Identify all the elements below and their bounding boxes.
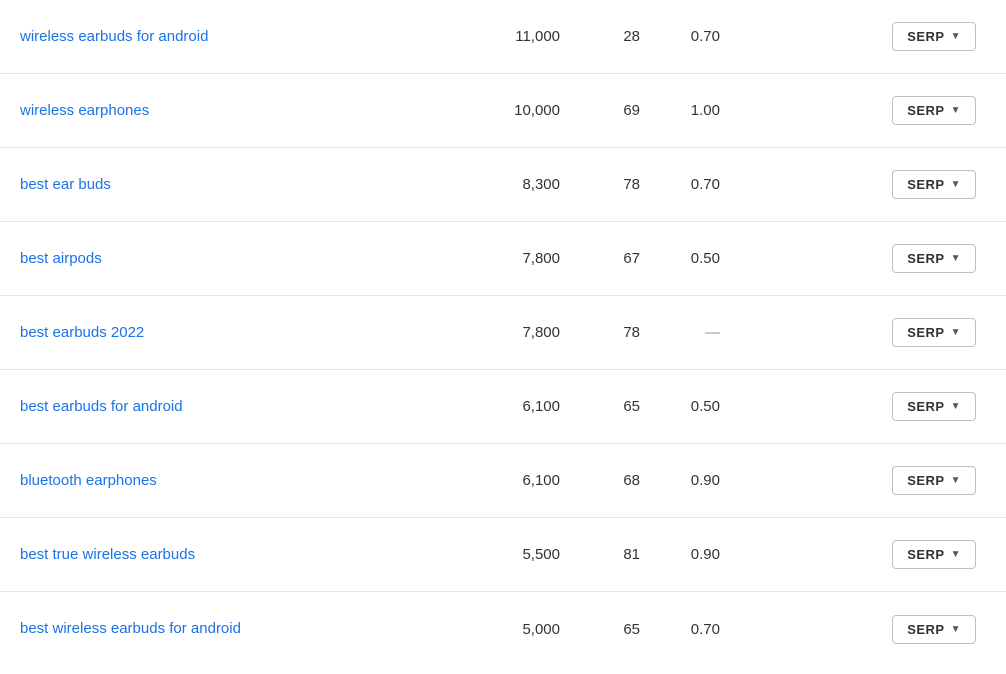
keyword-link[interactable]: best true wireless earbuds bbox=[20, 546, 195, 563]
keyword-link[interactable]: best airpods bbox=[20, 250, 102, 267]
keyword-cell: bluetooth earphones bbox=[20, 472, 480, 490]
serp-button[interactable]: SERP ▼ bbox=[892, 318, 976, 347]
serp-cell: SERP ▼ bbox=[760, 96, 986, 125]
chevron-down-icon: ▼ bbox=[951, 105, 961, 116]
chevron-down-icon: ▼ bbox=[951, 549, 961, 560]
keyword-link[interactable]: best earbuds 2022 bbox=[20, 324, 144, 341]
serp-cell: SERP ▼ bbox=[760, 392, 986, 421]
serp-cell: SERP ▼ bbox=[760, 466, 986, 495]
cpc-cell: 0.70 bbox=[680, 621, 760, 638]
difficulty-cell: 67 bbox=[600, 250, 680, 267]
keyword-cell: best airpods bbox=[20, 250, 480, 268]
keyword-cell: wireless earbuds for android bbox=[20, 28, 480, 46]
serp-button-label: SERP bbox=[907, 547, 944, 562]
difficulty-cell: 78 bbox=[600, 324, 680, 341]
table-row: best true wireless earbuds 5,500 81 0.90… bbox=[0, 518, 1006, 592]
keyword-cell: best ear buds bbox=[20, 176, 480, 194]
serp-cell: SERP ▼ bbox=[760, 22, 986, 51]
keyword-cell: best true wireless earbuds bbox=[20, 546, 480, 564]
chevron-down-icon: ▼ bbox=[951, 179, 961, 190]
volume-cell: 5,000 bbox=[480, 621, 600, 638]
difficulty-cell: 65 bbox=[600, 621, 680, 638]
cpc-cell: 0.70 bbox=[680, 28, 760, 45]
serp-button[interactable]: SERP ▼ bbox=[892, 466, 976, 495]
serp-button-label: SERP bbox=[907, 29, 944, 44]
keyword-link[interactable]: best ear buds bbox=[20, 176, 111, 193]
serp-button[interactable]: SERP ▼ bbox=[892, 96, 976, 125]
volume-cell: 5,500 bbox=[480, 546, 600, 563]
table-row: wireless earbuds for android 11,000 28 0… bbox=[0, 0, 1006, 74]
serp-button[interactable]: SERP ▼ bbox=[892, 22, 976, 51]
keyword-link[interactable]: best earbuds for android bbox=[20, 398, 183, 415]
serp-button[interactable]: SERP ▼ bbox=[892, 170, 976, 199]
difficulty-cell: 65 bbox=[600, 398, 680, 415]
serp-cell: SERP ▼ bbox=[760, 170, 986, 199]
keyword-link[interactable]: wireless earphones bbox=[20, 102, 149, 119]
difficulty-cell: 78 bbox=[600, 176, 680, 193]
keyword-cell: best wireless earbuds for android bbox=[20, 620, 480, 638]
serp-cell: SERP ▼ bbox=[760, 540, 986, 569]
keyword-cell: best earbuds 2022 bbox=[20, 324, 480, 342]
chevron-down-icon: ▼ bbox=[951, 253, 961, 264]
keyword-link[interactable]: wireless earbuds for android bbox=[20, 28, 208, 45]
serp-button-label: SERP bbox=[907, 325, 944, 340]
cpc-cell: 0.90 bbox=[680, 472, 760, 489]
cpc-cell: 0.70 bbox=[680, 176, 760, 193]
serp-button-label: SERP bbox=[907, 251, 944, 266]
cpc-cell: — bbox=[680, 324, 760, 341]
serp-cell: SERP ▼ bbox=[760, 318, 986, 347]
serp-button-label: SERP bbox=[907, 622, 944, 637]
chevron-down-icon: ▼ bbox=[951, 31, 961, 42]
keyword-cell: wireless earphones bbox=[20, 102, 480, 120]
serp-button-label: SERP bbox=[907, 177, 944, 192]
difficulty-cell: 28 bbox=[600, 28, 680, 45]
keyword-cell: best earbuds for android bbox=[20, 398, 480, 416]
serp-button-label: SERP bbox=[907, 103, 944, 118]
serp-cell: SERP ▼ bbox=[760, 615, 986, 644]
serp-button-label: SERP bbox=[907, 473, 944, 488]
volume-cell: 6,100 bbox=[480, 472, 600, 489]
difficulty-cell: 81 bbox=[600, 546, 680, 563]
chevron-down-icon: ▼ bbox=[951, 327, 961, 338]
volume-cell: 11,000 bbox=[480, 28, 600, 45]
table-row: best earbuds 2022 7,800 78 — SERP ▼ bbox=[0, 296, 1006, 370]
cpc-cell: 0.50 bbox=[680, 398, 760, 415]
chevron-down-icon: ▼ bbox=[951, 624, 961, 635]
table-row: best earbuds for android 6,100 65 0.50 S… bbox=[0, 370, 1006, 444]
table-row: bluetooth earphones 6,100 68 0.90 SERP ▼ bbox=[0, 444, 1006, 518]
cpc-cell: 0.50 bbox=[680, 250, 760, 267]
keyword-link[interactable]: best wireless earbuds for android bbox=[20, 620, 241, 637]
chevron-down-icon: ▼ bbox=[951, 401, 961, 412]
table-row: wireless earphones 10,000 69 1.00 SERP ▼ bbox=[0, 74, 1006, 148]
cpc-cell: 1.00 bbox=[680, 102, 760, 119]
difficulty-cell: 69 bbox=[600, 102, 680, 119]
difficulty-cell: 68 bbox=[600, 472, 680, 489]
volume-cell: 7,800 bbox=[480, 324, 600, 341]
volume-cell: 6,100 bbox=[480, 398, 600, 415]
volume-cell: 8,300 bbox=[480, 176, 600, 193]
keyword-link[interactable]: bluetooth earphones bbox=[20, 472, 157, 489]
cpc-cell: 0.90 bbox=[680, 546, 760, 563]
chevron-down-icon: ▼ bbox=[951, 475, 961, 486]
serp-button-label: SERP bbox=[907, 399, 944, 414]
serp-button[interactable]: SERP ▼ bbox=[892, 615, 976, 644]
table-row: best airpods 7,800 67 0.50 SERP ▼ bbox=[0, 222, 1006, 296]
serp-button[interactable]: SERP ▼ bbox=[892, 540, 976, 569]
table-row: best ear buds 8,300 78 0.70 SERP ▼ bbox=[0, 148, 1006, 222]
serp-button[interactable]: SERP ▼ bbox=[892, 244, 976, 273]
serp-cell: SERP ▼ bbox=[760, 244, 986, 273]
table-row: best wireless earbuds for android 5,000 … bbox=[0, 592, 1006, 666]
serp-button[interactable]: SERP ▼ bbox=[892, 392, 976, 421]
volume-cell: 7,800 bbox=[480, 250, 600, 267]
keyword-table: wireless earbuds for android 11,000 28 0… bbox=[0, 0, 1006, 666]
volume-cell: 10,000 bbox=[480, 102, 600, 119]
